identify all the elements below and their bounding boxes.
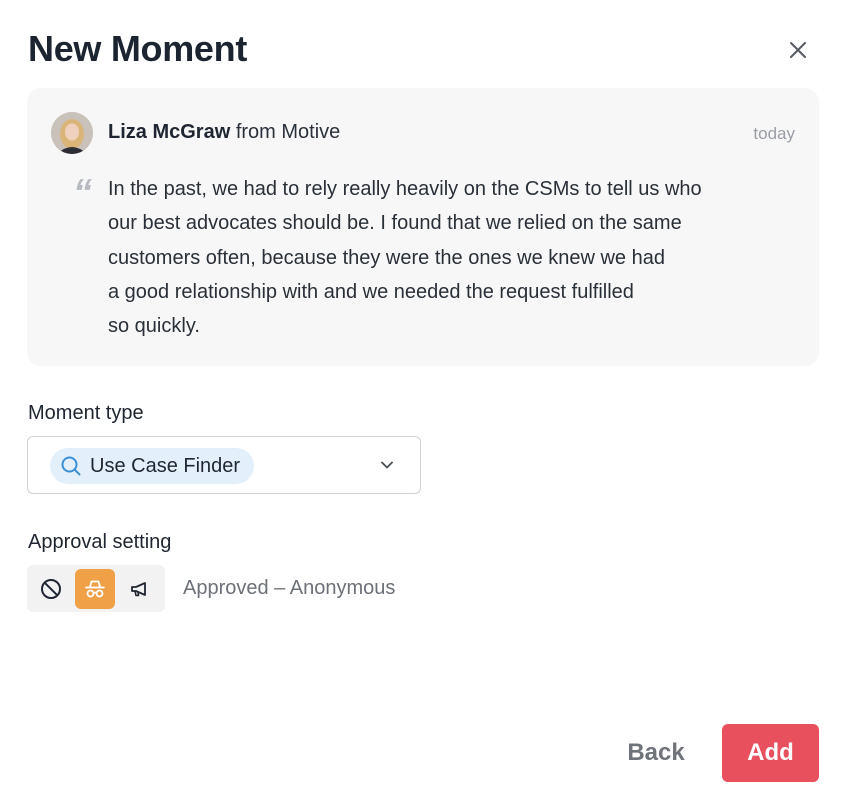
- back-button[interactable]: Back: [612, 724, 700, 782]
- quote-line: a good relationship with and we needed t…: [108, 280, 634, 303]
- approval-status-text: Approved – Anonymous: [183, 577, 396, 599]
- quote-line: our best advocates should be. I found th…: [108, 212, 682, 235]
- approval-setting-group: [27, 565, 165, 612]
- quote-author: Liza McGraw from Motive: [108, 121, 340, 144]
- approval-not-approved-button[interactable]: [31, 569, 71, 609]
- approval-anonymous-button[interactable]: [75, 569, 115, 609]
- incognito-icon: [85, 580, 105, 598]
- moment-type-label: Moment type: [28, 402, 144, 424]
- approval-public-button[interactable]: [120, 569, 160, 609]
- moment-type-value: Use Case Finder: [90, 454, 241, 477]
- quote-card: Liza McGraw from Motive today “ In the p…: [27, 88, 819, 366]
- approval-setting-label: Approval setting: [28, 531, 172, 553]
- block-icon: [41, 579, 61, 599]
- avatar: [51, 112, 93, 154]
- close-button[interactable]: [786, 38, 810, 62]
- close-icon: [790, 42, 806, 58]
- moment-type-chip: Use Case Finder: [50, 448, 255, 484]
- dialog-title: New Moment: [28, 28, 248, 69]
- add-button[interactable]: Add: [722, 724, 819, 782]
- author-company: from Motive: [235, 121, 341, 143]
- author-name: Liza McGraw: [108, 121, 231, 143]
- megaphone-icon: [131, 582, 146, 597]
- quote-line: customers often, because they were the o…: [108, 246, 665, 269]
- search-icon: [61, 456, 81, 476]
- quote-line: so quickly.: [108, 315, 200, 338]
- quote-mark-icon: “: [73, 172, 92, 214]
- quote-text: In the past, we had to rely really heavi…: [108, 172, 788, 343]
- quote-line: In the past, we had to rely really heavi…: [108, 178, 702, 200]
- chevron-down-icon: [381, 461, 393, 469]
- quote-date: today: [753, 124, 795, 143]
- moment-type-select[interactable]: Use Case Finder: [27, 436, 421, 494]
